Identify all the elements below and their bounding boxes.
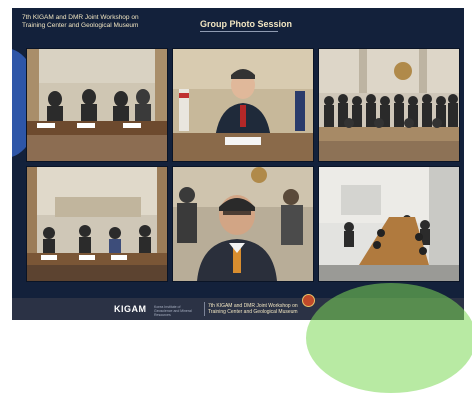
video-tile-1[interactable]	[26, 48, 168, 162]
video-tile-6[interactable]	[318, 166, 460, 282]
footer-event-title: 7th KIGAM and DMR Joint Workshop on Trai…	[208, 303, 308, 315]
video-feed-6	[319, 167, 459, 281]
video-tile-2[interactable]	[172, 48, 314, 162]
video-feed-2	[173, 49, 313, 161]
video-tile-4[interactable]	[26, 166, 168, 282]
kigam-logo-subtitle: Korea Institute of Geoscience and Minera…	[154, 305, 192, 317]
title-underline	[200, 31, 278, 32]
video-feed-5	[173, 167, 313, 281]
video-feed-3	[319, 49, 459, 161]
video-feed-4	[27, 167, 167, 281]
footer-event-line-2: Training Center and Geological Museum	[208, 309, 298, 315]
session-title: Group Photo Session	[200, 19, 293, 29]
partner-logo	[316, 296, 370, 302]
video-grid	[26, 48, 460, 292]
kigam-logo: KIGAM	[114, 304, 147, 314]
event-title-line-2: Training Center and Geological Museum	[22, 22, 139, 29]
event-title: 7th KIGAM and DMR Joint Workshop on Trai…	[22, 14, 172, 30]
video-tile-3[interactable]	[318, 48, 460, 162]
video-tile-5[interactable]	[172, 166, 314, 282]
video-feed-1	[27, 49, 167, 161]
presentation-slide: 7th KIGAM and DMR Joint Workshop on Trai…	[12, 8, 464, 320]
event-title-line-1: 7th KIGAM and DMR Joint Workshop on	[22, 14, 139, 21]
partner-emblem-icon	[302, 294, 315, 307]
footer-divider	[204, 302, 205, 316]
